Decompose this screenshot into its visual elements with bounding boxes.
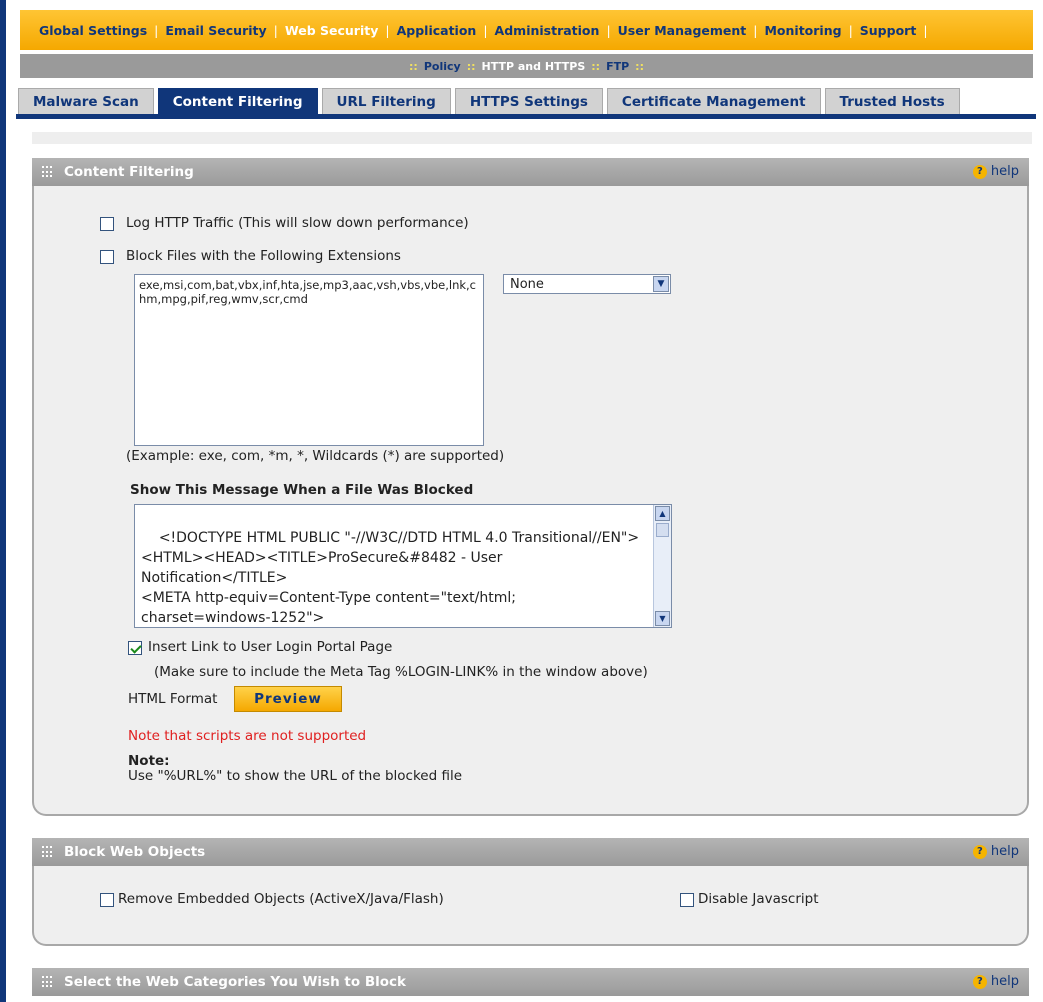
blocked-message-heading: Show This Message When a File Was Blocke…: [130, 482, 474, 498]
log-http-checkbox[interactable]: [100, 217, 114, 231]
select-value: None: [510, 276, 544, 292]
nav-email-security[interactable]: Email Security: [158, 23, 273, 38]
scroll-down-icon[interactable]: ▼: [655, 611, 670, 626]
tab-trusted-hosts[interactable]: Trusted Hosts: [824, 88, 960, 114]
nav-global-settings[interactable]: Global Settings: [32, 23, 154, 38]
tab-url-filtering[interactable]: URL Filtering: [321, 88, 451, 114]
disable-javascript-label: Disable Javascript: [698, 891, 819, 907]
nav-web-security[interactable]: Web Security: [278, 23, 385, 38]
message-scrollbar[interactable]: ▲ ▼: [653, 505, 671, 627]
help-label: help: [990, 164, 1019, 179]
nav-user-management[interactable]: User Management: [611, 23, 754, 38]
left-border: [0, 0, 6, 1002]
spacer-strip: [32, 132, 1032, 144]
nav-separator: |: [923, 22, 928, 38]
subnav-ftp[interactable]: FTP: [606, 60, 629, 73]
blocked-message-textarea[interactable]: <!DOCTYPE HTML PUBLIC "-//W3C//DTD HTML …: [134, 504, 672, 628]
help-label: help: [990, 974, 1019, 989]
content-filtering-header: Content Filtering ? help: [32, 158, 1029, 186]
disable-javascript-checkbox[interactable]: [680, 893, 694, 907]
scripts-note: Note that scripts are not supported: [128, 728, 367, 744]
nav-administration[interactable]: Administration: [488, 23, 607, 38]
nav-support[interactable]: Support: [853, 23, 924, 38]
help-icon: ?: [972, 974, 987, 989]
note-text: Use "%URL%" to show the URL of the block…: [128, 768, 463, 784]
meta-tag-note: (Make sure to include the Meta Tag %LOGI…: [154, 664, 648, 680]
subnav-separator: ::: [409, 59, 418, 73]
subnav-separator: ::: [466, 59, 476, 73]
tab-https-settings[interactable]: HTTPS Settings: [454, 88, 603, 114]
tab-malware-scan[interactable]: Malware Scan: [18, 88, 154, 114]
remove-embedded-checkbox[interactable]: [100, 893, 114, 907]
block-web-objects-panel: Remove Embedded Objects (ActiveX/Java/Fl…: [32, 866, 1029, 946]
section-title: Select the Web Categories You Wish to Bl…: [64, 974, 406, 990]
top-navigation: Global Settings | Email Security | Web Sec…: [20, 10, 1033, 50]
help-link[interactable]: ? help: [972, 974, 1019, 989]
help-link[interactable]: ? help: [972, 164, 1019, 179]
nav-application[interactable]: Application: [390, 23, 484, 38]
tab-certificate-management[interactable]: Certificate Management: [606, 88, 821, 114]
subnav-http-https[interactable]: HTTP and HTTPS: [482, 60, 586, 73]
tab-underline: [16, 114, 1036, 119]
tab-bar: Malware Scan Content Filtering URL Filte…: [18, 88, 960, 114]
block-extensions-label: Block Files with the Following Extension…: [126, 248, 401, 264]
insert-link-label: Insert Link to User Login Portal Page: [148, 639, 393, 655]
log-http-label: Log HTTP Traffic (This will slow down pe…: [126, 215, 469, 231]
note-title: Note:: [128, 753, 170, 769]
grip-icon: [42, 976, 54, 988]
help-link[interactable]: ? help: [972, 844, 1019, 859]
html-format-label: HTML Format: [128, 691, 218, 707]
insert-link-checkbox[interactable]: [128, 641, 142, 655]
extensions-example: (Example: exe, com, *m, *, Wildcards (*)…: [126, 448, 505, 464]
grip-icon: [42, 166, 54, 178]
nav-monitoring[interactable]: Monitoring: [757, 23, 848, 38]
blocked-message-text: <!DOCTYPE HTML PUBLIC "-//W3C//DTD HTML …: [141, 530, 640, 626]
help-label: help: [990, 844, 1019, 859]
help-icon: ?: [972, 844, 987, 859]
block-web-objects-header: Block Web Objects ? help: [32, 838, 1029, 866]
extensions-textarea[interactable]: exe,msi,com,bat,vbx,inf,hta,jse,mp3,aac,…: [134, 274, 484, 446]
help-icon: ?: [972, 164, 987, 179]
tab-content-filtering[interactable]: Content Filtering: [157, 88, 318, 114]
sub-navigation: :: Policy :: HTTP and HTTPS :: FTP ::: [20, 54, 1033, 78]
chevron-down-icon[interactable]: ▼: [653, 276, 669, 292]
remove-embedded-label: Remove Embedded Objects (ActiveX/Java/Fl…: [118, 891, 444, 907]
subnav-separator: ::: [591, 59, 601, 73]
section-title: Content Filtering: [64, 164, 194, 180]
extension-preset-select[interactable]: None ▼: [503, 274, 671, 294]
content-filtering-panel: Log HTTP Traffic (This will slow down pe…: [32, 186, 1029, 816]
web-categories-header: Select the Web Categories You Wish to Bl…: [32, 968, 1029, 996]
subnav-separator: ::: [635, 59, 644, 73]
scroll-up-icon[interactable]: ▲: [655, 506, 670, 521]
grip-icon: [42, 846, 54, 858]
block-extensions-checkbox[interactable]: [100, 250, 114, 264]
scroll-thumb[interactable]: [656, 523, 669, 537]
subnav-policy[interactable]: Policy: [424, 60, 461, 73]
preview-button[interactable]: Preview: [234, 686, 342, 712]
section-title: Block Web Objects: [64, 844, 206, 860]
